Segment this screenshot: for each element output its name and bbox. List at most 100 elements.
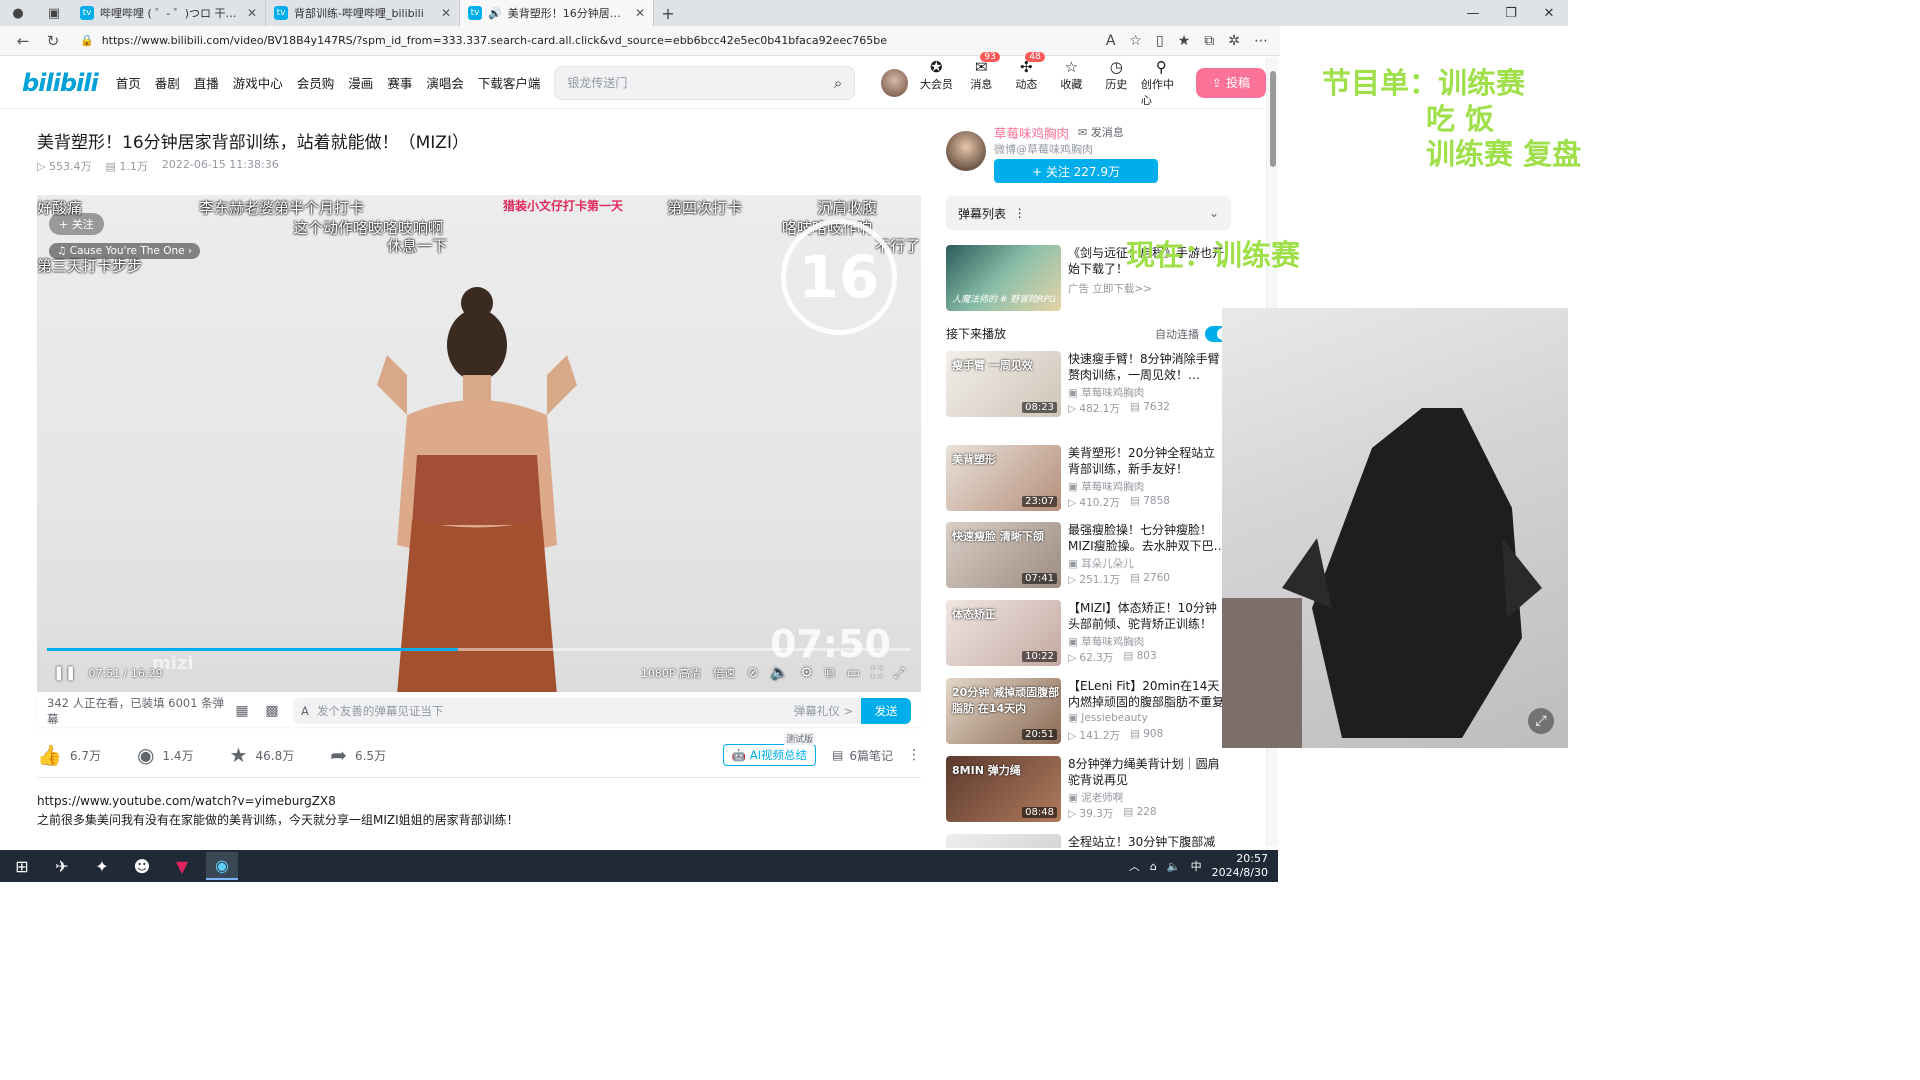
favorite-icon[interactable]: ☆ 收藏 [1051,58,1092,108]
recommendation-item[interactable]: 8MIN 弹力绳 08:48 8分钟弹力绳美背计划｜圆肩驼背说再见 ▣ 泥老师啊 ▷ 3… [946,756,1231,822]
browser-tab-3[interactable]: tv 🔊 美背塑形！16分钟居家背部 ✕ [460,0,654,26]
recommendation-thumbnail[interactable]: 快速瘦脸 清晰下颌 07:41 [946,522,1061,588]
nav-concert[interactable]: 演唱会 [426,73,464,92]
recommendation-title[interactable]: 【MIZI】体态矫正！10分钟头部前倾、驼背矫正训练！告… [1068,600,1226,632]
fullscreen-icon[interactable]: ⤢ [894,665,905,681]
nav-anime[interactable]: 番剧 [155,73,180,92]
subtitle-icon[interactable]: ⊘ [747,665,759,681]
lock-icon[interactable]: 🔒 [80,34,94,47]
avatar[interactable] [881,68,908,97]
recommendation-item[interactable]: 体态矫正 10:22 【MIZI】体态矫正！10分钟头部前倾、驼背矫正训练！告… ▣ … [946,600,1231,666]
read-aloud-icon[interactable]: A [1106,33,1116,49]
recommendation-thumbnail[interactable]: 体态矫正 10:22 [946,600,1061,666]
pause-icon[interactable]: ❚❚ [53,665,76,681]
webfullscreen-icon[interactable]: ⛶ [872,665,882,681]
nav-home[interactable]: 首页 [116,73,141,92]
recommendation-title[interactable]: 美背塑形！20分钟全程站立背部训练，新手友好！（MIZI） [1068,445,1226,477]
widescreen-icon[interactable]: ▭ [847,665,860,681]
danmaku-input[interactable]: A 发个友善的弹幕见证当下 弹幕礼仪 > [293,698,861,724]
ai-summary-button[interactable]: 测试版 🤖 AI视频总结 [722,732,817,766]
recommendation-title[interactable]: 【ELeni Fit】20min在14天内燃掉顽固的腹部脂肪不重复｜… [1068,678,1226,710]
recommendation-item[interactable]: 美背塑形 23:07 美背塑形！20分钟全程站立背部训练，新手友好！（MIZI） ▣ … [946,445,1231,511]
uploader-name[interactable]: 草莓味鸡胸肉 [994,123,1069,142]
danmaku-list-toggle[interactable]: 弹幕列表 ⋮ ⌄ [946,196,1231,230]
recommendation-title[interactable]: 8分钟弹力绳美背计划｜圆肩驼背说再见 [1068,756,1226,788]
app-icon[interactable]: ☻ [126,852,158,880]
etiquette-link[interactable]: 弹幕礼仪 > [794,703,853,719]
recommendation-uploader[interactable]: ▣ 泥老师啊 [1068,790,1123,805]
network-icon[interactable]: ⌂ [1150,860,1157,873]
nav-shop[interactable]: 会员购 [297,73,335,92]
more-icon[interactable]: ⋮ [907,747,921,763]
send-button[interactable]: 发送 [861,698,911,724]
recommendation-item[interactable]: 全程站立！30分钟下腹部减脂▣ ▷ ▤ [946,834,1231,848]
edge-icon[interactable]: ◉ [206,852,238,880]
scrollbar-thumb[interactable] [1270,71,1276,167]
follow-button[interactable]: + 关注 227.9万 [994,159,1158,183]
share-button[interactable]: ➦ 6.5万 [330,743,386,767]
coin-button[interactable]: ◉ 1.4万 [137,743,194,767]
start-icon[interactable]: ⊞ [6,852,38,880]
close-tab-icon[interactable]: ✕ [635,6,645,20]
recommendation-thumbnail[interactable] [946,834,1061,848]
history-icon[interactable]: ◷ 历史 [1096,58,1137,108]
menu-icon[interactable]: ⋯ [1254,33,1268,49]
nav-manga[interactable]: 漫画 [348,73,373,92]
close-tab-icon[interactable]: ✕ [247,6,257,20]
recommendation-uploader[interactable]: ▣ 耳朵儿朵儿 [1068,556,1134,571]
danmaku-toggle-icon[interactable]: ▦ [227,703,257,719]
browser-tab-2[interactable]: tv 背部训练-哔哩哔哩_bilibili ✕ [266,0,460,26]
audio-playing-icon[interactable]: 🔊 [488,7,502,20]
tab-actions-icon[interactable]: ▣ [36,0,72,26]
recommendation-title[interactable]: 快速瘦手臂！8分钟消除手臂赘肉训练，一周见效！… [1068,351,1226,383]
message-icon[interactable]: ✉ 消息 93 [961,51,1002,108]
quality-button[interactable]: 1080P 高清 [641,665,701,681]
uploader-avatar[interactable] [946,131,986,171]
recommendation-uploader[interactable]: ▣ 草莓味鸡胸肉 [1068,634,1144,649]
new-tab-button[interactable]: + [654,4,682,23]
recommendation-item[interactable]: 快速瘦脸 清晰下颌 07:41 最强瘦脸操！七分钟瘦脸！MIZI瘦脸操。去水肿双下巴… [946,522,1231,588]
browser-tab-1[interactable]: tv 哔哩哔哩 ( ゜- ゜)つロ 干杯~-bilibili ✕ [72,0,266,26]
expand-icon[interactable]: ⤢ [1528,708,1554,734]
nav-games[interactable]: 游戏中心 [233,73,283,92]
volume-icon[interactable]: 🔈 [771,665,788,681]
dynamic-icon[interactable]: ✣ 动态 48 [1006,51,1047,108]
ime-indicator[interactable]: 中 [1191,858,1202,874]
recommendation-thumbnail[interactable]: 美背塑形 23:07 [946,445,1061,511]
pip-icon[interactable]: ⧉ [825,665,835,681]
vip-icon[interactable]: ✪ 大会员 [916,58,957,108]
clock[interactable]: 20:57 2024/8/30 [1212,852,1268,880]
nav-live[interactable]: 直播 [194,73,219,92]
recommendation-item[interactable]: 瘦手臂 一周见效 08:23 快速瘦手臂！8分钟消除手臂赘肉训练，一周见效！… ▣ 草… [946,351,1231,417]
tray-chevron-icon[interactable]: ︿ [1129,858,1140,874]
profile-icon[interactable]: ● [0,0,36,26]
close-tab-icon[interactable]: ✕ [441,6,451,20]
app-icon[interactable]: ✦ [86,852,118,880]
minimize-icon[interactable]: — [1454,6,1492,21]
recommendation-thumbnail[interactable]: 8MIN 弹力绳 08:48 [946,756,1061,822]
font-style-icon[interactable]: A [301,704,309,718]
message-button[interactable]: ✉ 发消息 [1078,124,1124,140]
nav-esports[interactable]: 赛事 [387,73,412,92]
nav-download[interactable]: 下载客户端 [478,73,541,92]
search-icon[interactable]: ⌕ [834,74,842,92]
bilibili-logo[interactable]: bilibili [22,69,99,97]
upload-button[interactable]: ⇪ 投稿 [1195,67,1266,98]
speaker-icon[interactable]: 🔈 [1167,860,1181,873]
favorite-button[interactable]: ★ 46.8万 [230,743,295,767]
extensions-icon[interactable]: ✲ [1228,33,1240,49]
recommendation-title[interactable]: 最强瘦脸操！七分钟瘦脸！MIZI瘦脸操。去水肿双下巴… [1068,522,1226,554]
recommendation-uploader[interactable]: ▣ Jessiebeauty [1068,712,1148,724]
progress-bar[interactable] [47,648,911,651]
recommendation-uploader[interactable]: ▣ 草莓味鸡胸肉 [1068,479,1144,494]
danmaku-settings-icon[interactable]: ▩ [257,703,287,719]
search-input[interactable]: 银龙传送门 ⌕ [554,65,856,100]
split-screen-icon[interactable]: ▯ [1156,33,1164,49]
recommendation-thumbnail[interactable]: 20分钟 减掉顽固腹部脂肪 在14天内 20:51 [946,678,1061,744]
url-field[interactable]: 🔒 https://www.bilibili.com/video/BV18B4y… [72,30,1098,52]
refresh-icon[interactable]: ↻ [42,32,64,50]
maximize-icon[interactable]: ❐ [1492,6,1530,21]
creator-icon[interactable]: ⚲ 创作中心 [1141,58,1182,108]
recommendation-title[interactable]: 全程站立！30分钟下腹部减脂 [1068,834,1226,848]
app-icon[interactable]: ✈ [46,852,78,880]
